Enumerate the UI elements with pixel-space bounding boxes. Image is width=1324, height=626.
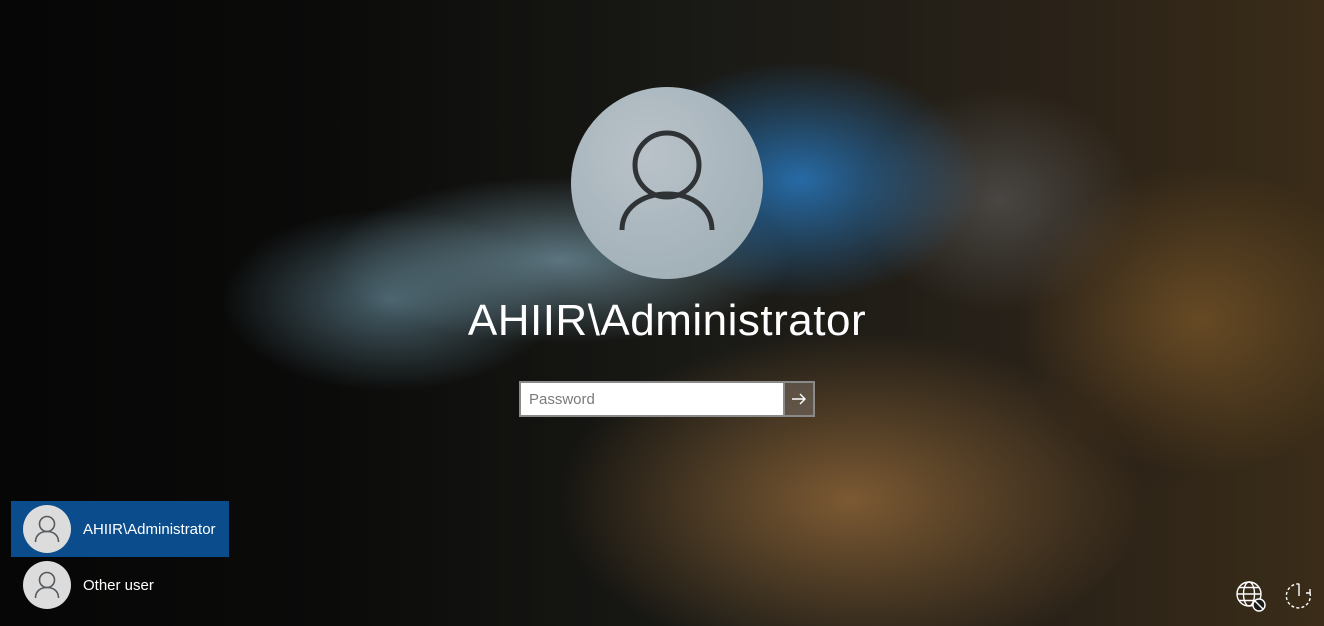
user-item-label: Other user (83, 576, 154, 594)
password-box (519, 381, 815, 417)
lock-screen: AHIIR\Administrator AHIIR\Administrator (0, 0, 1324, 626)
network-button[interactable] (1233, 578, 1269, 614)
password-input[interactable] (519, 381, 783, 417)
user-item-label: AHIIR\Administrator (83, 520, 216, 538)
user-avatar-icon (34, 515, 60, 543)
user-avatar-icon (619, 130, 715, 231)
network-disconnected-icon (1236, 581, 1266, 612)
power-icon (1285, 583, 1312, 609)
arrow-right-icon (792, 393, 806, 405)
user-avatar-small (23, 561, 71, 609)
submit-button[interactable] (783, 381, 815, 417)
user-item-administrator[interactable]: AHIIR\Administrator (11, 501, 229, 557)
user-avatar-large (571, 87, 763, 279)
user-avatar-small (23, 505, 71, 553)
user-avatar-icon (34, 571, 60, 599)
user-switcher-list: AHIIR\Administrator Other user (11, 501, 229, 613)
user-item-other-user[interactable]: Other user (11, 557, 229, 613)
power-button[interactable] (1281, 578, 1317, 614)
username-title: AHIIR\Administrator (467, 296, 867, 345)
